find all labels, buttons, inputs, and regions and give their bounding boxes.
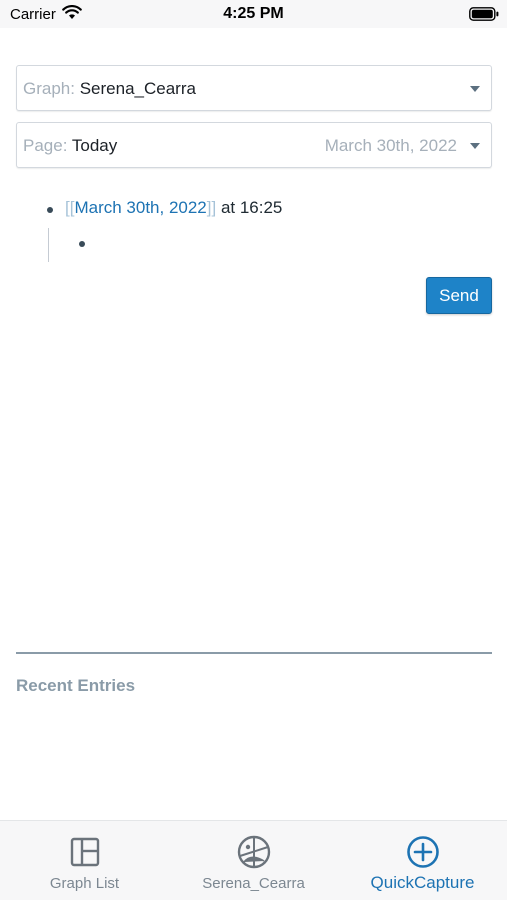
link-close-bracket: ]] <box>206 198 217 217</box>
plus-circle-icon <box>406 836 439 868</box>
block-bullet[interactable] <box>47 207 53 213</box>
child-block-bullet[interactable] <box>79 241 85 247</box>
tab-graph-list[interactable]: Graph List <box>0 821 169 900</box>
page-select-date: March 30th, 2022 <box>324 136 457 155</box>
battery-icon <box>469 7 499 21</box>
section-divider <box>16 652 492 654</box>
chevron-down-icon <box>470 86 480 92</box>
clock: 4:25 PM <box>223 5 284 22</box>
page-select-field: Page: Today <box>23 136 117 156</box>
tab-quick-capture[interactable]: QuickCapture <box>338 821 507 900</box>
tab-label: Serena_Cearra <box>202 875 305 892</box>
graph-list-icon <box>70 837 99 867</box>
page-select-label: Page: <box>23 136 68 155</box>
tab-graph[interactable]: Serena_Cearra <box>169 821 338 900</box>
status-bar: Carrier 4:25 PM <box>0 0 507 28</box>
recent-entries-heading: Recent Entries <box>16 676 136 695</box>
block-time-text: at 16:25 <box>216 198 283 217</box>
graph-select-label: Graph: <box>23 79 75 98</box>
page-select-value: Today <box>71 136 118 155</box>
date-page-link[interactable]: March 30th, 2022 <box>74 198 206 217</box>
graph-avatar-icon <box>237 835 270 869</box>
tab-bar: Graph List Serena_Cearra QuickCapture <box>0 820 507 900</box>
child-thread-line <box>48 228 49 262</box>
page-select[interactable]: Page: Today March 30th, 2022 <box>16 122 492 168</box>
tab-label: QuickCapture <box>370 873 475 892</box>
tab-label: Graph List <box>49 875 120 892</box>
graph-select[interactable]: Graph: Serena_Cearra <box>16 65 492 111</box>
graph-select-field: Graph: Serena_Cearra <box>23 79 196 99</box>
graph-select-value: Serena_Cearra <box>79 79 196 98</box>
block-content[interactable]: [[March 30th, 2022]] at 16:25 <box>65 198 282 218</box>
send-button[interactable]: Send <box>426 277 492 314</box>
chevron-down-icon <box>470 143 480 149</box>
